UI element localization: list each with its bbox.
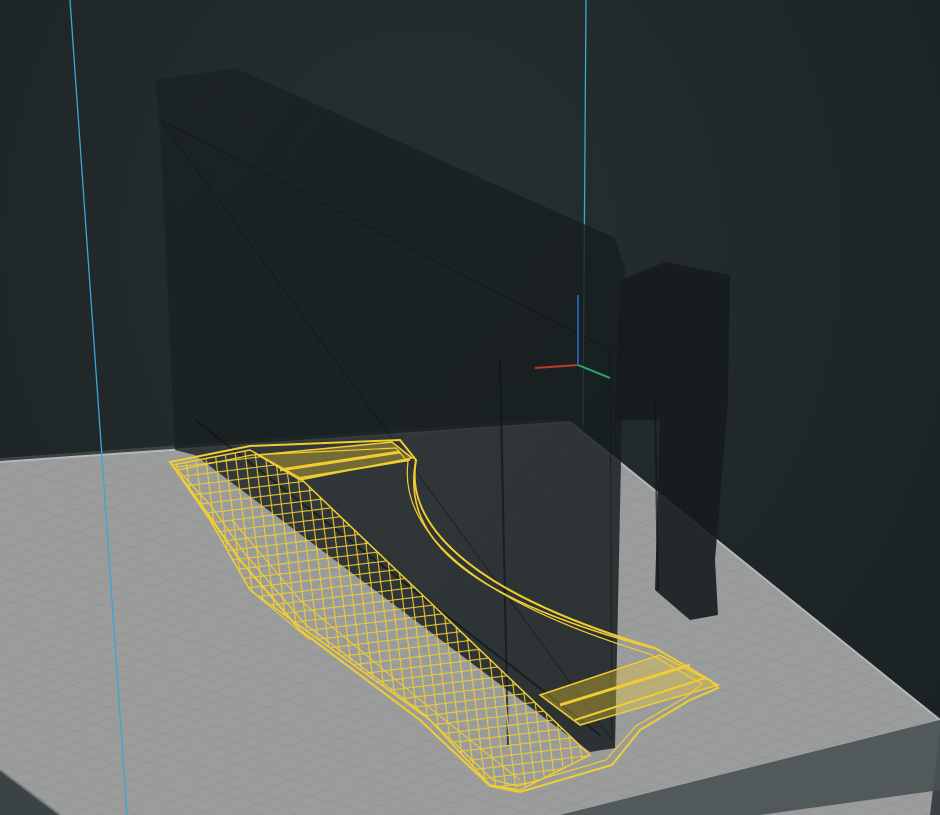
scene-canvas[interactable] <box>0 0 940 815</box>
3d-viewport[interactable] <box>0 0 940 815</box>
